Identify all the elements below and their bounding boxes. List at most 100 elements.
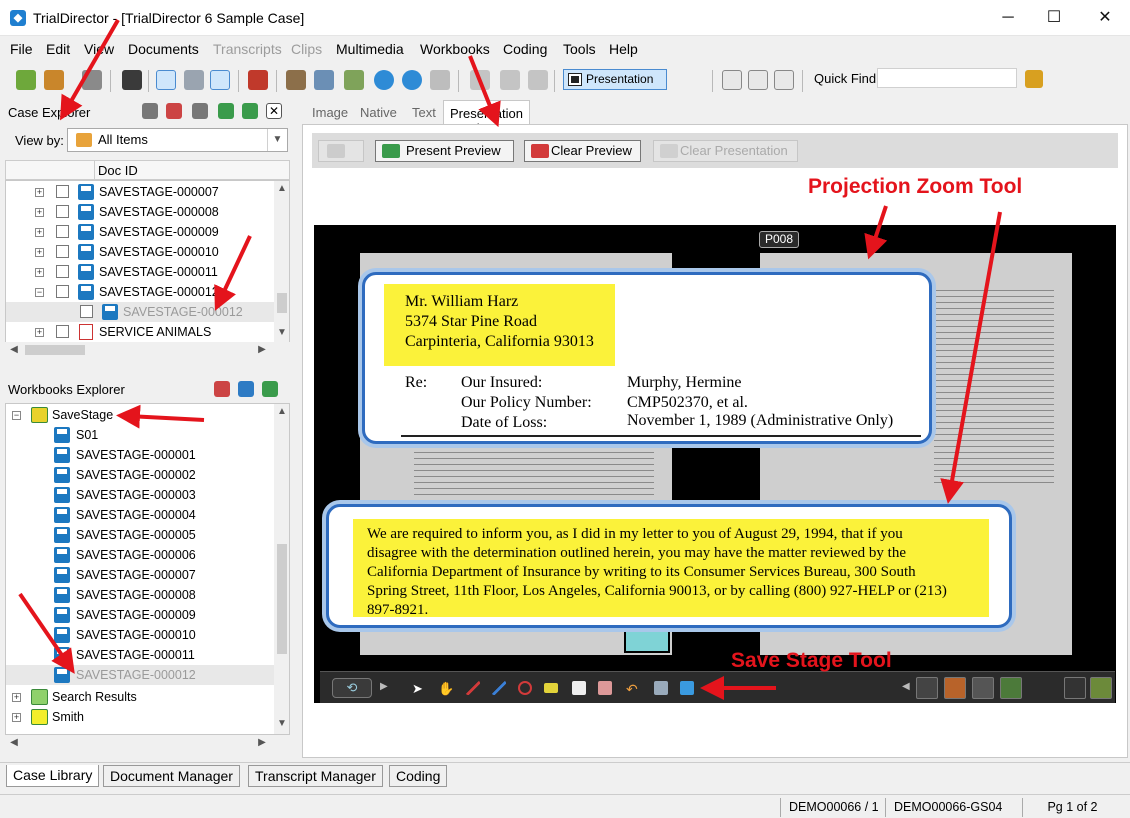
add-item-icon[interactable] <box>248 70 268 90</box>
hand-icon[interactable]: ✋ <box>438 681 454 696</box>
tree-row[interactable]: + Smith <box>6 707 289 727</box>
presentation-button[interactable]: Presentation <box>563 69 667 90</box>
tab-image[interactable]: Image <box>306 100 354 124</box>
scroll-up-icon[interactable]: ▲ <box>275 183 289 194</box>
camera-icon[interactable] <box>654 681 668 695</box>
tree-row[interactable]: SAVESTAGE-000011 <box>6 645 289 665</box>
sort-down-icon[interactable] <box>218 103 234 119</box>
menu-clips[interactable]: Clips <box>291 41 322 57</box>
rotate-left-icon[interactable] <box>402 70 422 90</box>
clear-preview-button[interactable]: Clear Preview <box>524 140 641 162</box>
tools-icon[interactable] <box>286 70 306 90</box>
full-screen-icon[interactable] <box>210 70 230 90</box>
collapse-icon[interactable]: − <box>12 411 21 420</box>
tree-row[interactable]: SAVESTAGE-000006 <box>6 545 289 565</box>
tree-row[interactable]: SAVESTAGE-000002 <box>6 465 289 485</box>
scroll-down-icon[interactable]: ▼ <box>275 327 289 338</box>
tab-transcript-manager[interactable]: Transcript Manager <box>248 765 383 787</box>
menu-coding[interactable]: Coding <box>503 41 547 57</box>
menu-workbooks[interactable]: Workbooks <box>420 41 490 57</box>
menu-tools[interactable]: Tools <box>563 41 596 57</box>
binoculars-icon[interactable] <box>122 70 142 90</box>
expand-icon[interactable]: + <box>35 328 44 337</box>
tab-case-library[interactable]: Case Library <box>6 765 100 787</box>
tree-row[interactable]: SAVESTAGE-000005 <box>6 525 289 545</box>
tab-native[interactable]: Native <box>354 100 403 124</box>
undo-icon[interactable]: ↶ <box>626 681 640 697</box>
stack-icon[interactable] <box>774 70 794 90</box>
refresh-icon[interactable] <box>214 381 230 397</box>
tree-row[interactable]: + Search Results <box>6 687 289 707</box>
panel-toggle-icon[interactable] <box>1090 677 1112 699</box>
tree-row[interactable]: SAVESTAGE-000001 <box>6 445 289 465</box>
move-down-icon[interactable] <box>238 381 254 397</box>
collapse-icon[interactable]: − <box>35 288 44 297</box>
sync-icon[interactable] <box>192 103 208 119</box>
camera-icon[interactable] <box>430 70 450 90</box>
tree-row[interactable]: + SERVICE ANIMALS <box>6 322 289 342</box>
row-checkbox[interactable] <box>56 205 69 218</box>
scroll-right-icon[interactable]: ▶ <box>255 344 269 355</box>
row-checkbox[interactable] <box>56 325 69 338</box>
quick-find-search-icon[interactable] <box>1025 70 1043 88</box>
redact-icon[interactable] <box>572 681 586 695</box>
menu-multimedia[interactable]: Multimedia <box>336 41 404 57</box>
expand-icon[interactable]: + <box>35 248 44 257</box>
tree-row[interactable]: + SAVESTAGE-000007 <box>6 182 289 202</box>
wrench-icon[interactable] <box>1000 677 1022 699</box>
rotate-view-icon[interactable]: ⟲ <box>332 678 372 698</box>
row-checkbox[interactable] <box>56 285 69 298</box>
stop-icon[interactable] <box>528 70 548 90</box>
row-checkbox[interactable] <box>80 305 93 318</box>
tree-row[interactable]: SAVESTAGE-000004 <box>6 505 289 525</box>
scroll-down-icon[interactable]: ▼ <box>275 718 289 729</box>
quick-find-input[interactable] <box>877 68 1017 88</box>
tree-row[interactable]: + SAVESTAGE-000008 <box>6 202 289 222</box>
new-case-icon[interactable] <box>16 70 36 90</box>
ellipse-icon[interactable] <box>518 681 532 695</box>
tab-text[interactable]: Text <box>406 100 442 124</box>
red-pen-icon[interactable] <box>466 681 480 695</box>
zoom-callout-address[interactable]: Mr. William Harz 5374 Star Pine Road Car… <box>362 272 932 444</box>
tab-presentation-preview[interactable]: Presentation Preview <box>443 100 530 136</box>
rotate-right-icon[interactable] <box>374 70 394 90</box>
sort-up-icon[interactable] <box>242 103 258 119</box>
tree-row[interactable]: S01 <box>6 425 289 445</box>
maximize-button[interactable]: ☐ <box>1031 6 1077 30</box>
row-checkbox[interactable] <box>56 245 69 258</box>
clear-presentation-button[interactable]: Clear Presentation <box>653 140 798 162</box>
document-icon[interactable] <box>748 70 768 90</box>
menu-help[interactable]: Help <box>609 41 638 57</box>
print-icon[interactable] <box>142 103 158 119</box>
tree-row[interactable]: + SAVESTAGE-000009 <box>6 222 289 242</box>
pause-icon[interactable] <box>500 70 520 90</box>
menu-file[interactable]: File <box>10 41 33 57</box>
image-icon[interactable] <box>344 70 364 90</box>
tree-row[interactable]: SAVESTAGE-000003 <box>6 485 289 505</box>
stamp-tool-icon[interactable] <box>944 677 966 699</box>
chevron-down-icon[interactable]: ▼ <box>267 129 287 151</box>
case-tree-hscrollbar[interactable]: ◀ ▶ <box>5 342 290 358</box>
menu-view[interactable]: View <box>84 41 114 57</box>
callout-icon[interactable] <box>598 681 612 695</box>
import-icon[interactable] <box>262 381 278 397</box>
print-icon[interactable] <box>82 70 102 90</box>
close-panel-icon[interactable]: ✕ <box>266 103 282 119</box>
expand-icon[interactable]: + <box>35 228 44 237</box>
link-icon[interactable] <box>184 70 204 90</box>
refresh-icon[interactable] <box>166 103 182 119</box>
menu-transcripts[interactable]: Transcripts <box>213 41 282 57</box>
tree-row[interactable]: SAVESTAGE-000008 <box>6 585 289 605</box>
expand-icon[interactable]: + <box>35 208 44 217</box>
case-tree-scrollbar[interactable]: ▲ ▼ <box>274 181 289 343</box>
menu-edit[interactable]: Edit <box>46 41 70 57</box>
zoom-callout-paragraph[interactable]: We are required to inform you, as I did … <box>326 504 1012 628</box>
tab-coding[interactable]: Coding <box>389 765 448 787</box>
zoom-icon[interactable] <box>314 70 334 90</box>
pointer-icon[interactable]: ➤ <box>412 681 426 696</box>
highlighter-icon[interactable] <box>544 683 558 693</box>
blue-pen-icon[interactable] <box>492 681 506 695</box>
present-preview-button[interactable]: Present Preview <box>375 140 514 162</box>
tree-row-selected[interactable]: SAVESTAGE-000012 <box>6 665 289 685</box>
tree-row[interactable]: SAVESTAGE-000010 <box>6 625 289 645</box>
